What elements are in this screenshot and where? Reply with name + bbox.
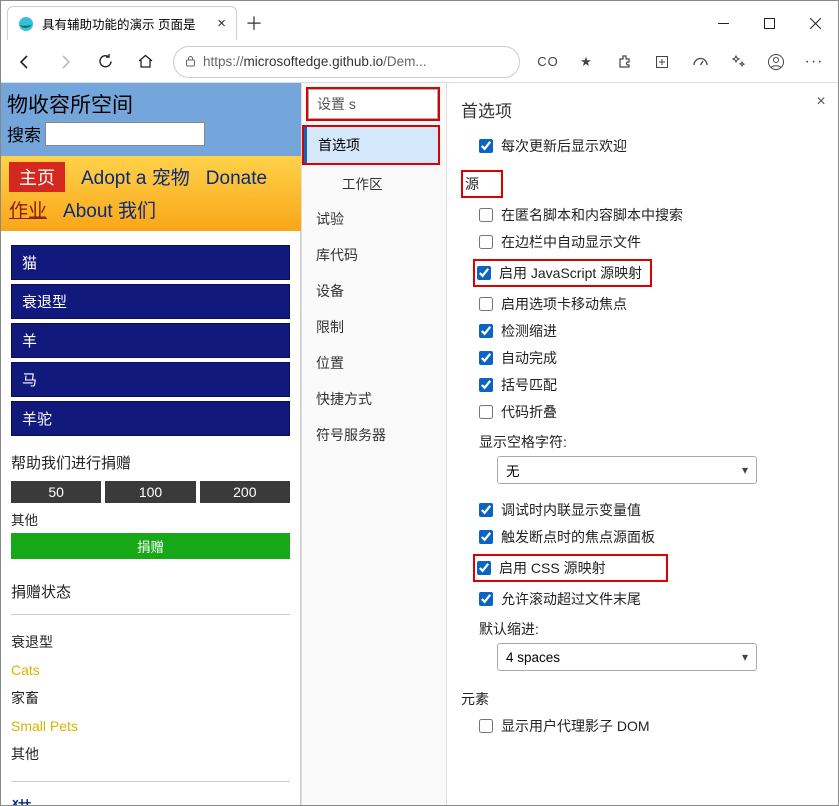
lock-icon (184, 55, 197, 68)
new-tab-button[interactable]: ＋ (237, 8, 271, 38)
page-title: 物收容所空间 (7, 89, 295, 119)
elements-section: 元素 (461, 689, 834, 709)
status-item: Cats (11, 657, 290, 683)
bracket-match-checkbox[interactable]: 括号匹配 (479, 375, 834, 395)
main-nav: 主页 Adopt a 宠物 Donate 作业 About 我们 (1, 156, 301, 231)
donate-title: 帮助我们进行捐赠 (11, 452, 290, 473)
sources-section: 源 (461, 170, 834, 198)
ua-shadow-checkbox[interactable]: 显示用户代理影子 DOM (479, 716, 834, 736)
donate-200[interactable]: 200 (200, 481, 290, 503)
search-label: 搜索 (7, 121, 41, 146)
url-text: https://microsoftedge.github.io/Dem... (203, 54, 427, 69)
maximize-button[interactable] (746, 6, 792, 40)
autocomplete-checkbox[interactable]: 自动完成 (479, 348, 834, 368)
sidebar-item-symbol[interactable]: 符号服务器 (302, 417, 446, 453)
sparkle-icon[interactable] (720, 45, 756, 79)
forward-button (47, 45, 83, 79)
extensions-icon[interactable] (606, 45, 642, 79)
menu-icon[interactable]: ··· (796, 45, 832, 79)
back-button[interactable] (7, 45, 43, 79)
search-input[interactable] (45, 122, 205, 146)
donate-50[interactable]: 50 (11, 481, 101, 503)
category-item[interactable]: 羊驼 (11, 401, 290, 436)
search-anon-checkbox[interactable]: 在匿名脚本和内容脚本中搜索 (479, 205, 834, 225)
status-item: 衰退型 (11, 627, 290, 657)
indent-label: 默认缩进: (479, 619, 834, 639)
sidebar-item-library[interactable]: 库代码 (302, 237, 446, 273)
sidebar-item-devices[interactable]: 设备 (302, 273, 446, 309)
donate-100[interactable]: 100 (105, 481, 195, 503)
welcome-checkbox[interactable]: 每次更新后显示欢迎 (479, 136, 834, 156)
nav-about[interactable]: About 我们 (63, 196, 156, 223)
category-item[interactable]: 羊 (11, 323, 290, 358)
donate-other[interactable]: 其他 (11, 509, 290, 529)
sidebar-item-preferences[interactable]: 首选项 (304, 127, 438, 163)
favorite-icon[interactable]: ★ (568, 45, 604, 79)
address-bar[interactable]: https://microsoftedge.github.io/Dem... (173, 46, 520, 78)
status-title: 捐赠状态 (11, 581, 290, 602)
performance-icon[interactable] (682, 45, 718, 79)
collections-icon[interactable] (644, 45, 680, 79)
minimize-button[interactable] (700, 6, 746, 40)
devtools-panel: 首选项 工作区 试验 库代码 设备 限制 位置 快捷方式 符号服务器 首选项 每… (301, 83, 838, 805)
profile-icon[interactable] (758, 45, 794, 79)
close-icon[interactable]: × (217, 15, 226, 32)
nav-jobs[interactable]: 作业 (9, 196, 47, 223)
chevron-down-icon: ▾ (742, 650, 748, 664)
section-heading: 猫 (11, 794, 290, 805)
indent-select[interactable]: 4 spaces ▾ (497, 643, 757, 671)
whitespace-label: 显示空格字符: (479, 432, 834, 452)
css-sourcemap-checkbox[interactable]: 启用 CSS 源映射 (477, 558, 606, 578)
copilot-indicator[interactable]: CO (530, 45, 566, 79)
edge-icon (18, 16, 34, 32)
status-item: 其他 (11, 739, 290, 769)
focus-source-checkbox[interactable]: 触发断点时的焦点源面板 (479, 527, 834, 547)
sidebar-item-workspace[interactable]: 工作区 (302, 165, 446, 201)
whitespace-select[interactable]: 无 ▾ (497, 456, 757, 484)
category-item[interactable]: 猫 (11, 245, 290, 280)
scroll-past-checkbox[interactable]: 允许滚动超过文件末尾 (479, 589, 834, 609)
detect-indent-checkbox[interactable]: 检测缩进 (479, 321, 834, 341)
category-list: 猫 衰退型 羊 马 羊驼 (11, 245, 290, 436)
page-content: 物收容所空间 搜索 主页 Adopt a 宠物 Donate 作业 About … (1, 83, 301, 805)
browser-tab[interactable]: 具有辅助功能的演示 页面是 × (7, 6, 237, 40)
refresh-button[interactable] (87, 45, 123, 79)
category-item[interactable]: 马 (11, 362, 290, 397)
home-button[interactable] (127, 45, 163, 79)
nav-donate[interactable]: Donate (206, 168, 267, 190)
sidebar-item-experiments[interactable]: 试验 (302, 201, 446, 237)
nav-adopt[interactable]: Adopt a 宠物 (81, 163, 190, 190)
sidebar-item-shortcuts[interactable]: 快捷方式 (302, 381, 446, 417)
settings-main: 首选项 每次更新后显示欢迎 源 在匿名脚本和内容脚本中搜索 在边栏中自动显示文件… (447, 83, 838, 805)
category-item[interactable]: 衰退型 (11, 284, 290, 319)
chevron-down-icon: ▾ (742, 463, 748, 477)
close-window-button[interactable] (792, 6, 838, 40)
close-settings-button[interactable]: × (810, 91, 832, 113)
sidebar-item-locations[interactable]: 位置 (302, 345, 446, 381)
auto-reveal-checkbox[interactable]: 在边栏中自动显示文件 (479, 232, 834, 252)
tab-title: 具有辅助功能的演示 页面是 (42, 14, 195, 33)
sidebar-item-throttling[interactable]: 限制 (302, 309, 446, 345)
js-sourcemap-checkbox[interactable]: 启用 JavaScript 源映射 (477, 263, 642, 283)
donate-button[interactable]: 捐赠 (11, 533, 290, 559)
nav-home[interactable]: 主页 (9, 162, 65, 192)
settings-search-input[interactable] (308, 89, 438, 119)
settings-sidebar: 首选项 工作区 试验 库代码 设备 限制 位置 快捷方式 符号服务器 (302, 83, 447, 805)
status-item: Small Pets (11, 713, 290, 739)
settings-title: 首选项 (461, 97, 834, 122)
code-fold-checkbox[interactable]: 代码折叠 (479, 402, 834, 422)
inline-vars-checkbox[interactable]: 调试时内联显示变量值 (479, 500, 834, 520)
status-item: 家畜 (11, 683, 290, 713)
tab-focus-checkbox[interactable]: 启用选项卡移动焦点 (479, 294, 834, 314)
